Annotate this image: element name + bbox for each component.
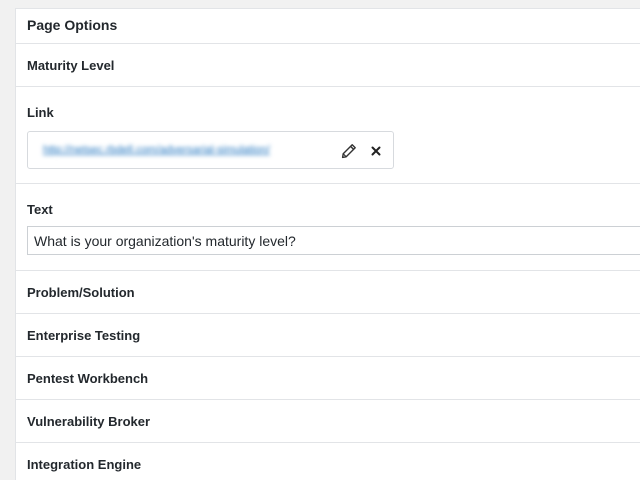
text-input[interactable]: What is your organization's maturity lev… [27, 226, 640, 255]
section-vulnerability-broker[interactable]: Vulnerability Broker [16, 400, 640, 443]
section-label: Pentest Workbench [27, 370, 149, 386]
text-field-block: Text What is your organization's maturit… [16, 184, 640, 271]
section-label: Integration Engine [27, 456, 142, 472]
panel-header[interactable]: Page Options [16, 9, 640, 44]
link-field-label: Link [27, 105, 54, 120]
section-label: Vulnerability Broker [27, 413, 151, 429]
pencil-icon[interactable] [339, 141, 359, 161]
section-problem-solution[interactable]: Problem/Solution [16, 271, 640, 314]
panel-title: Page Options [27, 17, 118, 33]
section-label: Enterprise Testing [27, 327, 141, 343]
link-input-box[interactable]: http://netsec.rbdell.com/adversarial-sim… [27, 131, 394, 169]
section-maturity-level[interactable]: Maturity Level [16, 44, 640, 87]
section-enterprise-testing[interactable]: Enterprise Testing [16, 314, 640, 357]
link-field-block: Link http://netsec.rbdell.com/adversaria… [16, 87, 640, 184]
section-label: Problem/Solution [27, 284, 135, 300]
section-label: Maturity Level [27, 57, 115, 73]
section-pentest-workbench[interactable]: Pentest Workbench [16, 357, 640, 400]
section-integration-engine[interactable]: Integration Engine [16, 443, 640, 480]
text-field-label: Text [27, 202, 53, 217]
close-icon[interactable] [366, 141, 386, 161]
page-options-panel: Page Options Maturity Level Link http://… [15, 8, 640, 480]
link-url[interactable]: http://netsec.rbdell.com/adversarial-sim… [43, 144, 333, 156]
